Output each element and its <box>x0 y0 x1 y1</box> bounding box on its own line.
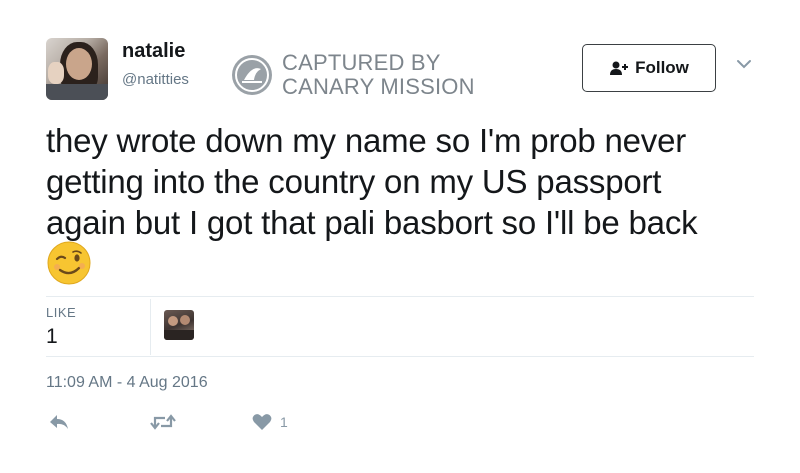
tweet-line-3: again but I got that pali basbort so I'l… <box>46 204 698 241</box>
reply-icon <box>50 415 68 429</box>
likes-stat-label[interactable]: LIKE <box>46 305 76 320</box>
stats-bottom-divider <box>46 356 754 357</box>
tweet-text: they wrote down my name so I'm prob neve… <box>46 120 776 243</box>
like-button[interactable]: 1 <box>252 413 288 431</box>
follow-button[interactable]: Follow <box>582 44 716 92</box>
liker-avatar-person-2 <box>180 315 190 325</box>
follow-button-label: Follow <box>635 58 689 77</box>
liker-avatar[interactable] <box>164 310 194 340</box>
watermark-line-1: CAPTURED BY <box>282 50 441 75</box>
author-avatar[interactable] <box>46 38 108 100</box>
like-count: 1 <box>280 414 288 430</box>
author-display-name[interactable]: natalie <box>122 40 185 63</box>
liker-avatar-person-1 <box>168 316 178 326</box>
watermark-text: CAPTURED BY CANARY MISSION <box>282 51 475 99</box>
retweet-button[interactable] <box>150 413 176 431</box>
tweet-line-2: getting into the country on my US passpo… <box>46 163 662 200</box>
tweet-line-1: they wrote down my name so I'm prob neve… <box>46 122 687 159</box>
canary-mission-logo-icon <box>232 55 272 95</box>
watermark-line-2: CANARY MISSION <box>282 74 475 99</box>
avatar-shirt <box>46 84 108 100</box>
winking-face-emoji-icon <box>47 241 91 285</box>
reply-button[interactable] <box>48 413 70 431</box>
avatar-hand <box>48 62 64 84</box>
liker-avatar-background <box>164 330 194 340</box>
author-handle[interactable]: @natitties <box>122 71 189 88</box>
add-user-icon <box>610 61 629 75</box>
chevron-down-icon[interactable] <box>736 58 752 70</box>
stats-separator <box>150 299 151 355</box>
retweet-icon <box>150 414 176 430</box>
stats-top-divider <box>46 296 754 297</box>
likes-stat-count[interactable]: 1 <box>46 325 58 349</box>
avatar-face <box>66 48 92 80</box>
tweet-timestamp[interactable]: 11:09 AM - 4 Aug 2016 <box>46 374 208 392</box>
heart-icon <box>252 414 272 430</box>
